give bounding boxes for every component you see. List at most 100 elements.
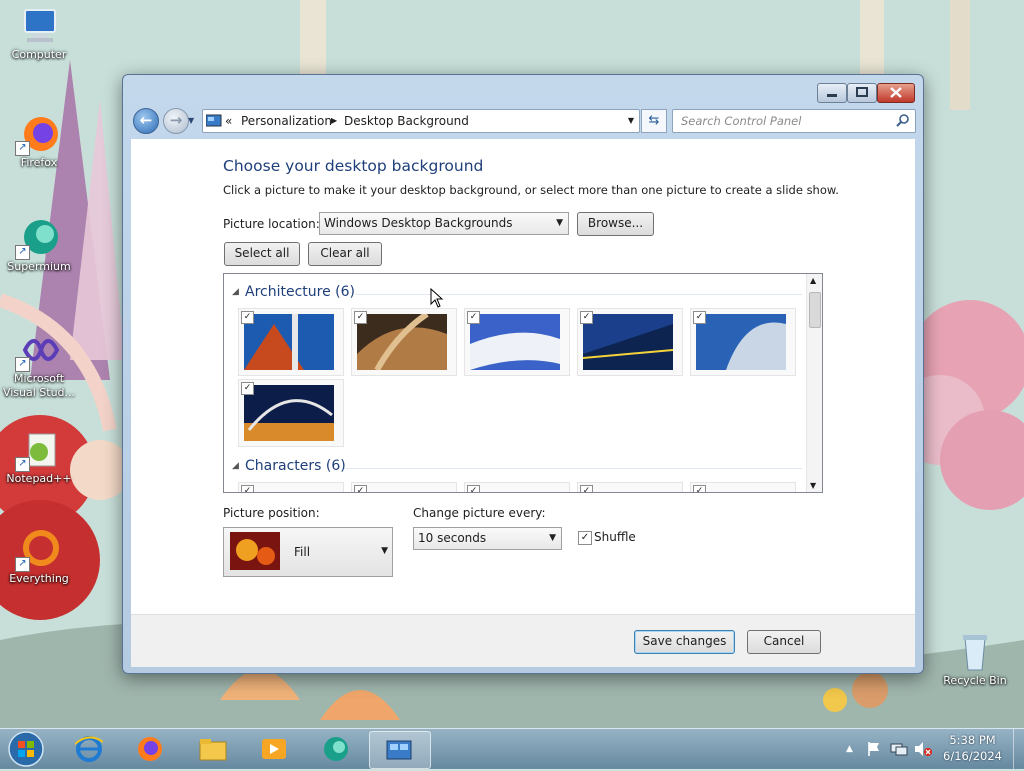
address-bar[interactable]: « Personalization ▶ Desktop Background ▼: [202, 109, 640, 133]
back-button[interactable]: ←: [133, 108, 159, 134]
desktop-icon-label: Computer: [11, 48, 67, 61]
system-clock[interactable]: 5:38 PM 6/16/2024: [943, 732, 1002, 764]
thumbnail-checkbox[interactable]: ✓: [241, 311, 254, 324]
wallpaper-thumbnail[interactable]: ✓: [690, 308, 796, 376]
wallpaper-thumbnail[interactable]: ✓: [464, 308, 570, 376]
select-all-button[interactable]: Select all: [224, 242, 300, 266]
change-interval-value: 10 seconds: [418, 531, 487, 545]
taskbar-file-explorer[interactable]: [184, 731, 242, 767]
wallpaper-thumbnail[interactable]: ✓: [351, 308, 457, 376]
shortcut-arrow-icon: ↗: [15, 245, 30, 260]
breadcrumb-desktop-background[interactable]: Desktop Background: [344, 110, 469, 132]
thumbnail-checkbox[interactable]: ✓: [580, 311, 593, 324]
address-dropdown-icon[interactable]: ▼: [628, 110, 634, 132]
search-input[interactable]: Search Control Panel: [672, 109, 916, 133]
close-button[interactable]: [877, 83, 915, 103]
notepadpp-icon: ↗: [15, 430, 61, 472]
action-center-flag-icon[interactable]: [866, 741, 882, 757]
refresh-button[interactable]: ⇆: [641, 109, 667, 133]
browse-button[interactable]: Browse...: [577, 212, 654, 236]
desktop-icon-label: Firefox: [20, 156, 58, 169]
picture-position-label: Picture position:: [223, 506, 320, 520]
thumbnail-checkbox[interactable]: ✓: [693, 311, 706, 324]
wallpaper-thumbnail[interactable]: ✓: [238, 379, 344, 447]
gallery-scrollbar[interactable]: ▲ ▼: [806, 274, 822, 492]
picture-location-select[interactable]: Windows Desktop Backgrounds ▼: [319, 212, 569, 235]
desktop-icon-everything[interactable]: ↗ Everything: [0, 530, 78, 586]
thumbnail-image: [244, 314, 334, 370]
breadcrumb-personalization[interactable]: Personalization: [241, 110, 332, 132]
desktop-icon-label: Supermium: [7, 260, 71, 273]
scroll-down-icon[interactable]: ▼: [810, 481, 816, 490]
shortcut-arrow-icon: ↗: [15, 557, 30, 572]
taskbar-control-panel-active[interactable]: [369, 731, 431, 769]
desktop-icon-recycle-bin[interactable]: Recycle Bin: [936, 632, 1014, 688]
change-interval-select[interactable]: 10 seconds ▼: [413, 527, 562, 550]
picture-gallery[interactable]: ◢ Architecture (6) ✓ ✓ ✓ ✓ ✓ ✓ ◢ Charact…: [223, 273, 823, 493]
thumbnail-checkbox[interactable]: ✓: [241, 382, 254, 395]
recent-pages-dropdown[interactable]: ▼: [188, 116, 194, 125]
start-button[interactable]: [6, 730, 46, 768]
volume-muted-icon[interactable]: [914, 741, 932, 757]
group-header-architecture[interactable]: ◢ Architecture (6): [224, 282, 808, 306]
wallpaper-thumbnail[interactable]: ✓: [464, 482, 570, 492]
group-header-characters[interactable]: ◢ Characters (6): [224, 456, 808, 480]
thumbnail-image: [470, 314, 560, 370]
forward-arrow-icon: →: [169, 111, 183, 129]
position-preview-icon: [230, 532, 280, 570]
shortcut-arrow-icon: ↗: [15, 457, 30, 472]
chevron-down-icon: ▼: [556, 218, 563, 228]
clear-all-button[interactable]: Clear all: [308, 242, 382, 266]
shuffle-checkbox[interactable]: ✓: [578, 531, 592, 545]
desktop-icon-supermium[interactable]: ↗ Supermium: [0, 218, 78, 274]
taskbar-media-player[interactable]: [245, 731, 303, 767]
wallpaper-thumbnail[interactable]: ✓: [577, 308, 683, 376]
thumbnail-checkbox[interactable]: ✓: [354, 311, 367, 324]
shuffle-label[interactable]: Shuffle: [594, 530, 636, 544]
search-icon[interactable]: [896, 114, 910, 128]
thumbnail-checkbox[interactable]: ✓: [467, 485, 480, 492]
group-divider: [344, 468, 802, 469]
chevron-down-icon: ▼: [381, 546, 388, 556]
forward-button[interactable]: →: [163, 108, 189, 134]
desktop-icon-computer[interactable]: Computer: [0, 6, 78, 62]
breadcrumb-root[interactable]: «: [225, 110, 232, 132]
start-orb: [8, 731, 44, 767]
taskbar-internet-explorer[interactable]: [60, 731, 118, 767]
desktop-icon-notepadpp[interactable]: ↗ Notepad++: [0, 430, 78, 486]
thumbnail-checkbox[interactable]: ✓: [580, 485, 593, 492]
thumbnail-checkbox[interactable]: ✓: [241, 485, 254, 492]
wallpaper-thumbnail[interactable]: ✓: [238, 308, 344, 376]
maximize-button[interactable]: [847, 83, 877, 103]
thumbnail-checkbox[interactable]: ✓: [354, 485, 367, 492]
wallpaper-thumbnail[interactable]: ✓: [238, 482, 344, 492]
control-panel-icon: [206, 114, 222, 127]
picture-location-value: Windows Desktop Backgrounds: [324, 216, 513, 230]
scroll-up-icon[interactable]: ▲: [810, 276, 816, 285]
control-panel-icon: [386, 740, 412, 760]
network-icon[interactable]: [890, 741, 908, 757]
cancel-button[interactable]: Cancel: [747, 630, 821, 654]
minimize-icon: [827, 94, 837, 97]
taskbar-supermium[interactable]: [307, 731, 365, 767]
thumbnail-checkbox[interactable]: ✓: [467, 311, 480, 324]
shortcut-arrow-icon: ↗: [15, 357, 30, 372]
wallpaper-thumbnail[interactable]: ✓: [577, 482, 683, 492]
picture-position-select[interactable]: Fill ▼: [223, 527, 393, 577]
taskbar-firefox[interactable]: [121, 731, 179, 767]
collapse-triangle-icon: ◢: [232, 287, 239, 297]
thumbnail-checkbox[interactable]: ✓: [693, 485, 706, 492]
desktop-icon-visual-studio[interactable]: ↗ Microsoft Visual Stud...: [0, 330, 78, 400]
desktop-icon-firefox[interactable]: ↗ Firefox: [0, 114, 78, 170]
show-hidden-icons-button[interactable]: ▲: [846, 744, 853, 754]
show-desktop-button[interactable]: [1013, 729, 1024, 769]
page-title: Choose your desktop background: [223, 157, 484, 175]
scroll-thumb[interactable]: [809, 292, 821, 328]
save-changes-button[interactable]: Save changes: [634, 630, 735, 654]
computer-icon: [17, 6, 61, 46]
everything-icon: ↗: [15, 530, 61, 572]
clock-time: 5:38 PM: [949, 733, 996, 747]
minimize-button[interactable]: [817, 83, 847, 103]
wallpaper-thumbnail[interactable]: ✓: [351, 482, 457, 492]
wallpaper-thumbnail[interactable]: ✓: [690, 482, 796, 492]
